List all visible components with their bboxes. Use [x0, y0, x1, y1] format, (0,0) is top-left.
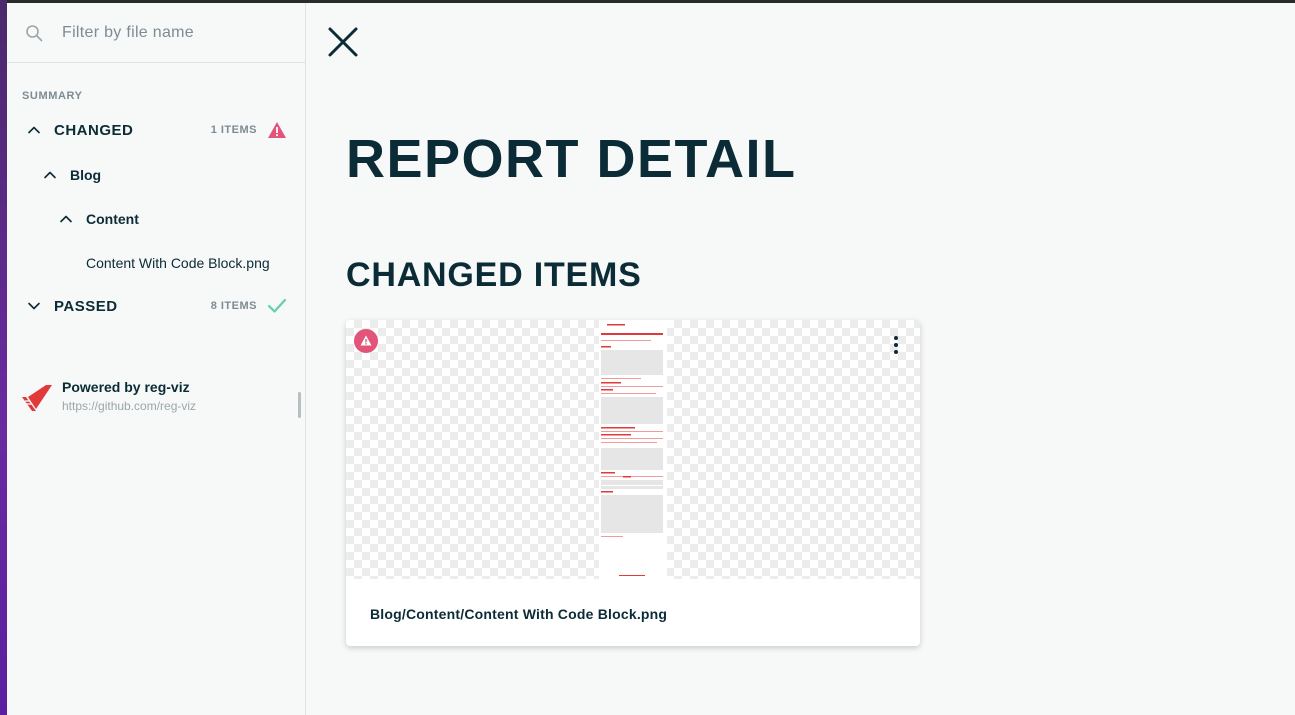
warning-icon	[360, 335, 372, 346]
chevron-up-icon	[60, 215, 72, 223]
sidebar-resize-handle[interactable]	[298, 392, 301, 418]
card-file-path: Blog/Content/Content With Code Block.png	[370, 606, 668, 622]
check-icon	[267, 298, 287, 313]
close-icon[interactable]	[327, 26, 359, 58]
chevron-up-icon	[28, 126, 40, 134]
tree-item-file[interactable]: Content With Code Block.png	[7, 251, 305, 275]
sidebar: Filter by file name SUMMARY CHANGED 1 IT…	[7, 3, 306, 715]
tree-item-label: Content	[86, 211, 139, 227]
changed-item-card[interactable]: Blog/Content/Content With Code Block.png	[346, 320, 920, 646]
tree-item-content[interactable]: Content	[7, 207, 305, 231]
changed-badge	[354, 329, 378, 353]
diff-screenshot-image	[599, 320, 667, 579]
section-title: CHANGED ITEMS	[346, 256, 642, 294]
chevron-up-icon	[44, 171, 56, 179]
changed-label: CHANGED	[54, 121, 134, 139]
warning-icon	[268, 122, 286, 138]
tree-item-blog[interactable]: Blog	[7, 163, 305, 187]
tree-item-label: Blog	[70, 167, 102, 183]
more-vertical-icon[interactable]	[886, 334, 906, 356]
page-title: REPORT DETAIL	[346, 129, 797, 189]
passed-label: PASSED	[54, 297, 118, 315]
powered-by-title: Powered by reg-viz	[62, 379, 190, 395]
search-input[interactable]: Filter by file name	[62, 24, 194, 42]
powered-by-link[interactable]: https://github.com/reg-viz	[62, 399, 196, 413]
tree-item-label: Content With Code Block.png	[86, 255, 270, 271]
changed-count: 1 ITEMS	[210, 124, 257, 136]
passed-section-toggle[interactable]: PASSED 8 ITEMS	[7, 294, 305, 318]
search-bar[interactable]: Filter by file name	[7, 3, 305, 63]
desktop-edge	[0, 0, 7, 715]
search-icon	[26, 25, 43, 42]
summary-heading: SUMMARY	[22, 90, 83, 102]
diff-thumbnail[interactable]	[346, 320, 920, 579]
chevron-down-icon	[28, 302, 40, 310]
reg-viz-logo-icon	[22, 385, 52, 411]
changed-section-toggle[interactable]: CHANGED 1 ITEMS	[7, 118, 305, 142]
passed-count: 8 ITEMS	[210, 300, 257, 312]
